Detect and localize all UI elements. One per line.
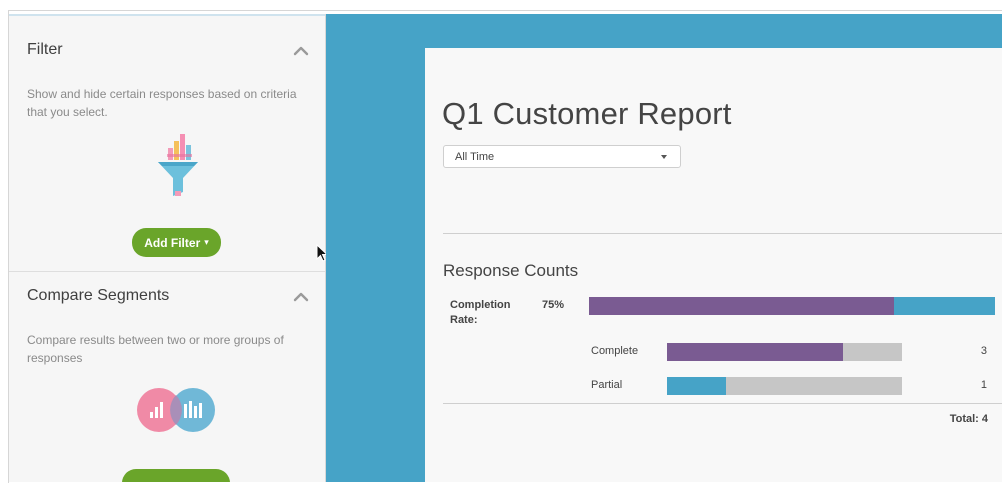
date-range-select[interactable]: All Time [443, 145, 681, 168]
completion-rate-bar [589, 297, 995, 315]
sidebar: Filter Show and hide certain responses b… [9, 14, 326, 482]
compare-panel: Compare Segments Compare results between… [9, 272, 325, 482]
partial-bar [667, 377, 902, 395]
complete-row-label: Complete [591, 345, 639, 357]
section-divider [443, 233, 1002, 234]
caret-down-icon: ▾ [204, 237, 209, 247]
filter-panel-title: Filter [27, 41, 63, 58]
add-filter-button[interactable]: Add Filter ▾ [132, 228, 221, 257]
compare-panel-title: Compare Segments [27, 287, 170, 304]
compare-action-button[interactable] [122, 469, 230, 482]
compare-description: Compare results between two or more grou… [27, 333, 284, 365]
partial-bar-fill [667, 377, 726, 395]
add-filter-label: Add Filter [144, 235, 201, 250]
completion-rate-value: 75% [542, 299, 565, 311]
filter-panel: Filter Show and hide certain responses b… [9, 14, 325, 272]
total-label: Total: 4 [949, 413, 988, 425]
complete-count: 3 [980, 345, 987, 357]
chevron-up-icon[interactable] [293, 291, 309, 303]
partial-row-label: Partial [591, 379, 623, 391]
date-range-value: All Time [455, 151, 495, 163]
complete-bar [667, 343, 902, 361]
report-title: Q1 Customer Report [442, 96, 732, 131]
caret-down-icon [661, 155, 667, 159]
completion-rate-label: Completion Rate: [450, 299, 511, 326]
report-page: Q1 Customer Report All Time Response Cou… [425, 48, 1002, 482]
funnel-chart-icon [158, 134, 198, 196]
total-divider [443, 403, 1002, 404]
section-title: Response Counts [443, 261, 579, 280]
filter-description: Show and hide certain responses based on… [27, 87, 297, 119]
segments-venn-icon [137, 388, 215, 432]
completion-rate-fill [589, 297, 894, 315]
partial-count: 1 [980, 379, 987, 391]
chevron-up-icon[interactable] [293, 45, 309, 57]
complete-bar-fill [667, 343, 844, 361]
